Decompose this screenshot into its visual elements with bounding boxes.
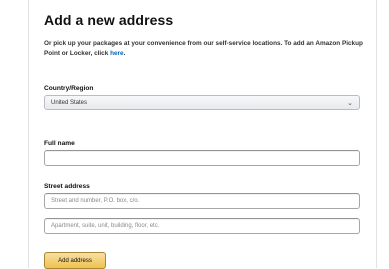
country-group: Country/Region United States ⌄ — [44, 85, 364, 110]
fullname-input[interactable] — [44, 150, 360, 166]
country-selected-value: United States — [51, 99, 88, 106]
page-title: Add a new address — [44, 12, 174, 28]
fullname-label: Full name — [44, 140, 75, 147]
intro-text: Or pick up your packages at your conveni… — [44, 39, 364, 59]
country-label: Country/Region — [44, 85, 94, 92]
fullname-group: Full name — [44, 140, 364, 166]
add-address-button[interactable]: Add address — [44, 252, 106, 269]
country-select[interactable]: United States ⌄ — [44, 95, 360, 110]
street-line2-input[interactable]: Apartment, suite, unit, building, floor,… — [44, 218, 360, 234]
address-form: Add a new address Or pick up your packag… — [44, 12, 364, 269]
chevron-down-icon: ⌄ — [347, 99, 353, 107]
street-label: Street address — [44, 183, 90, 190]
intro-text-end: . — [123, 50, 126, 57]
address-form-card: Add a new address Or pick up your packag… — [28, 0, 377, 269]
pickup-here-link[interactable]: here — [110, 50, 124, 57]
intro-text-body: Or pick up your packages at your conveni… — [44, 40, 363, 57]
street-line1-input[interactable]: Street and number, P.O. box, c/o. — [44, 193, 360, 209]
street-group: Street address Street and number, P.O. b… — [44, 183, 364, 234]
